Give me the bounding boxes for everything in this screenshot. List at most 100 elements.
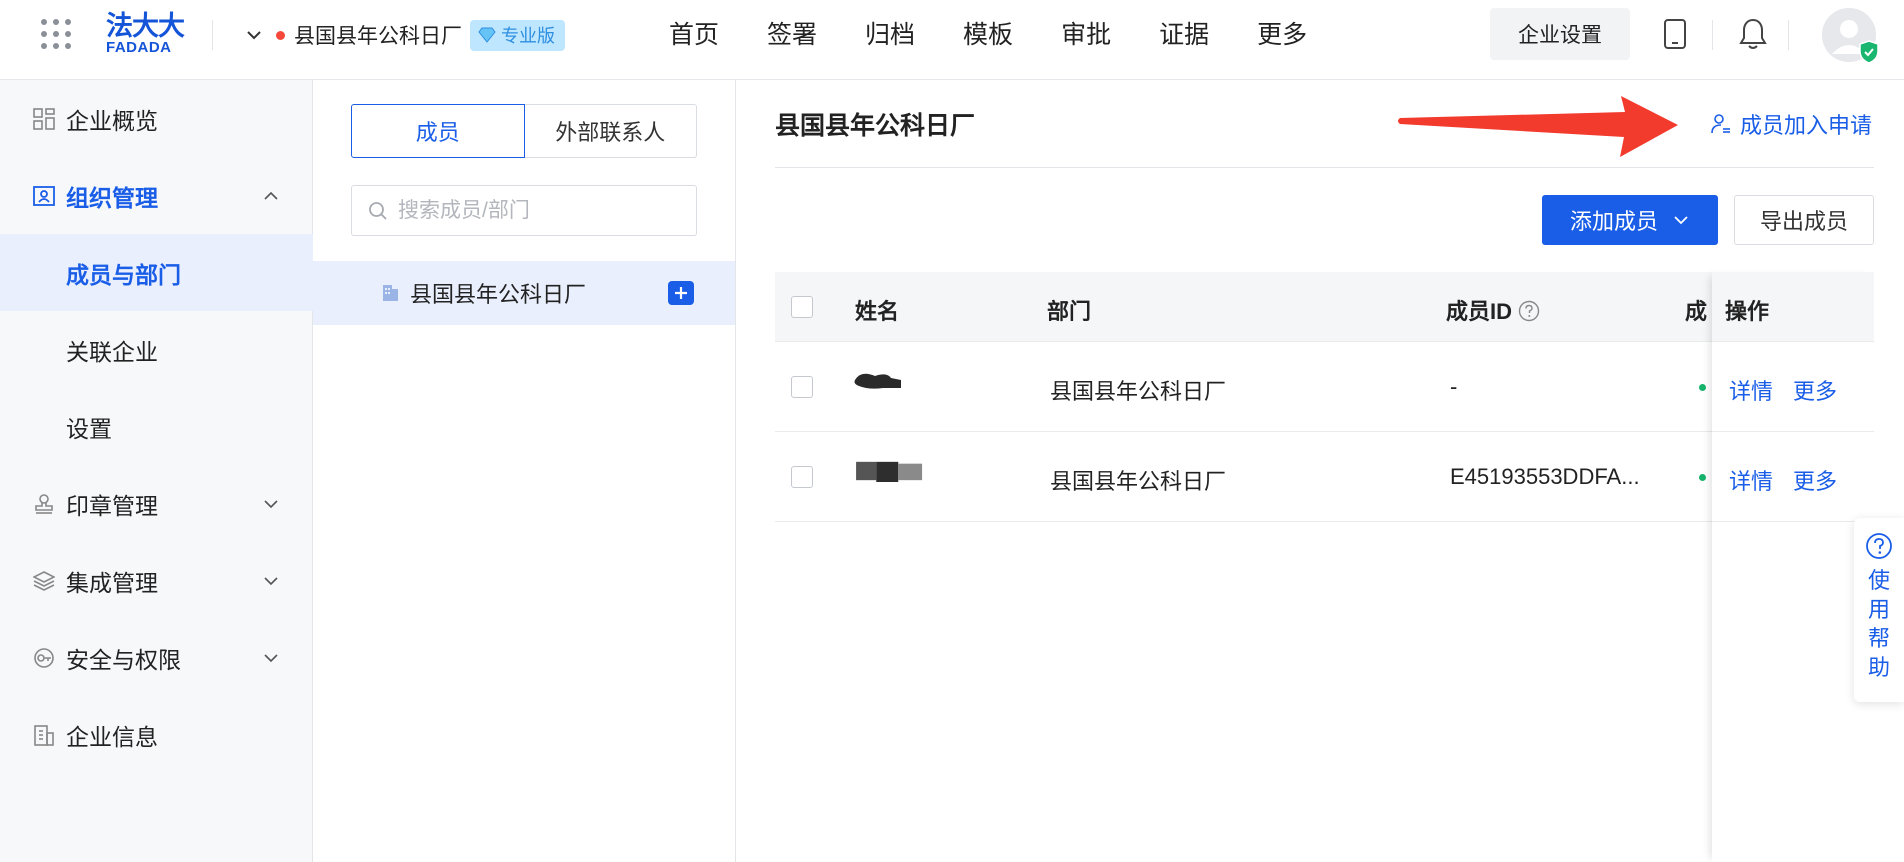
add-member-button[interactable]: 添加成员 [1542, 195, 1718, 245]
help-circle-icon[interactable] [1518, 300, 1540, 322]
chevron-down-icon [264, 654, 278, 663]
plus-icon [675, 287, 687, 299]
tree-node-label: 县国县年公科日厂 [410, 282, 587, 307]
sidebar-item-overview[interactable]: 企业概览 [0, 80, 313, 157]
row-checkbox[interactable] [791, 376, 813, 398]
red-arrow-annotation [1398, 96, 1678, 157]
nav-template[interactable]: 模板 [963, 16, 1013, 54]
logo-cn-text: 法大大 [106, 11, 185, 42]
sidebar-item-label: 集成管理 [66, 569, 158, 596]
header-divider [212, 20, 213, 50]
avatar[interactable] [1822, 8, 1879, 64]
member-id-header-label: 成员ID [1446, 299, 1513, 324]
search-box[interactable] [351, 185, 697, 236]
org-switcher[interactable]: 县国县年公科日厂 专业版 [244, 19, 565, 51]
row-member-id: E45193553DDFA... [1450, 464, 1640, 489]
help-float-button[interactable]: 使用帮助 [1854, 518, 1904, 702]
title-divider [775, 167, 1874, 168]
export-member-button[interactable]: 导出成员 [1734, 195, 1874, 245]
ops-cell: 详情 更多 [1712, 342, 1874, 431]
tab-external-contacts[interactable]: 外部联系人 [524, 104, 697, 158]
sidebar-item-security[interactable]: 安全与权限 [0, 619, 313, 696]
enterprise-settings-button[interactable]: 企业设置 [1490, 8, 1630, 60]
redacted-name [854, 373, 901, 389]
header-divider [1712, 20, 1713, 50]
chevron-up-icon [264, 191, 278, 200]
sidebar-item-integration[interactable]: 集成管理 [0, 542, 313, 619]
page-title: 县国县年公科日厂 [775, 112, 976, 140]
sidebar-item-linked-enterprises[interactable]: 关联企业 [0, 311, 313, 388]
sidebar-item-enterprise-info[interactable]: 企业信息 [0, 696, 313, 773]
table-row: 县国县年公科日厂 E45193553DDFA... 详情 更多 [775, 432, 1874, 522]
redacted-name [856, 461, 923, 482]
row-checkbox[interactable] [791, 466, 813, 488]
key-icon [34, 648, 54, 668]
tree-node-root[interactable]: 县国县年公科日厂 [313, 261, 735, 325]
user-request-icon [1711, 114, 1730, 134]
building-icon [383, 285, 398, 301]
sidebar-item-settings[interactable]: 设置 [0, 388, 313, 465]
column-header-member-id: 成员ID [1446, 294, 1540, 326]
row-department: 县国县年公科日厂 [1050, 469, 1227, 494]
nav-more[interactable]: 更多 [1257, 16, 1307, 54]
org-tree-panel: 成员 外部联系人 县国县年公科日厂 [313, 80, 736, 862]
help-circle-icon [1866, 533, 1892, 559]
member-join-request-link[interactable]: 成员加入申请 [1710, 108, 1872, 140]
bell-icon[interactable] [1738, 17, 1768, 51]
seal-icon [35, 494, 53, 514]
sidebar-item-org-management[interactable]: 组织管理 [0, 157, 313, 234]
logo-en-text: FADADA [106, 39, 172, 56]
select-all-checkbox[interactable] [791, 296, 813, 318]
nav-archive[interactable]: 归档 [865, 16, 915, 54]
nav-home[interactable]: 首页 [669, 16, 719, 54]
fadada-logo[interactable]: 法大大 FADADA [106, 13, 186, 57]
sidebar-item-label: 关联企业 [66, 338, 158, 365]
notification-dot [276, 30, 285, 40]
chevron-down-icon [247, 31, 261, 40]
verified-shield-icon [1859, 40, 1879, 64]
join-request-label: 成员加入申请 [1740, 113, 1873, 138]
more-link[interactable]: 更多 [1793, 374, 1837, 406]
tab-members[interactable]: 成员 [351, 104, 525, 158]
dashboard-icon [33, 108, 55, 130]
add-member-label: 添加成员 [1569, 209, 1658, 234]
sidebar-item-label: 企业信息 [66, 723, 158, 750]
sidebar-item-label: 安全与权限 [66, 646, 181, 673]
row-department: 县国县年公科日厂 [1050, 379, 1227, 404]
help-label: 使用帮助 [1868, 568, 1891, 680]
search-icon [369, 201, 387, 220]
header-divider [1788, 20, 1789, 50]
layers-icon [33, 571, 55, 591]
nav-approval[interactable]: 审批 [1061, 16, 1111, 54]
org-name: 县国县年公科日厂 [294, 25, 462, 48]
sidebar: 企业概览 组织管理 成员与部门 关联企业 设置 印章管理 集成管理 安全与权限 … [0, 80, 313, 862]
sidebar-item-label: 企业概览 [66, 107, 158, 134]
nav-evidence[interactable]: 证据 [1159, 16, 1209, 54]
ops-cell: 详情 更多 [1712, 432, 1874, 521]
mobile-icon[interactable] [1662, 18, 1688, 50]
table-row: 县国县年公科日厂 - 详情 更多 [775, 342, 1874, 432]
column-header-ops: 操作 [1725, 299, 1770, 324]
search-input[interactable] [398, 198, 668, 223]
detail-link[interactable]: 详情 [1729, 374, 1773, 406]
detail-link[interactable]: 详情 [1729, 464, 1773, 496]
status-dot [1699, 384, 1706, 391]
sidebar-item-seal-management[interactable]: 印章管理 [0, 465, 313, 542]
sidebar-item-members-departments[interactable]: 成员与部门 [0, 234, 313, 311]
column-header-status: 成 [1685, 299, 1708, 324]
chevron-down-icon [1674, 216, 1688, 225]
pro-edition-badge: 专业版 [470, 19, 565, 51]
status-dot [1699, 474, 1706, 481]
member-tabs: 成员 外部联系人 [351, 104, 697, 158]
sidebar-item-label: 成员与部门 [66, 261, 181, 288]
more-link[interactable]: 更多 [1793, 464, 1837, 496]
top-nav: 首页 签署 归档 模板 审批 证据 更多 [669, 16, 1355, 54]
grid-apps-icon[interactable] [39, 17, 73, 51]
top-header: 法大大 FADADA 县国县年公科日厂 专业版 首页 签署 归档 模板 审批 证… [0, 0, 1904, 80]
chevron-down-icon [264, 577, 278, 586]
ops-header-cell: 操作 [1712, 272, 1874, 341]
sidebar-item-label: 印章管理 [66, 492, 158, 519]
nav-sign[interactable]: 签署 [767, 16, 817, 54]
sidebar-item-label: 设置 [66, 415, 112, 442]
add-department-button[interactable] [668, 281, 694, 305]
